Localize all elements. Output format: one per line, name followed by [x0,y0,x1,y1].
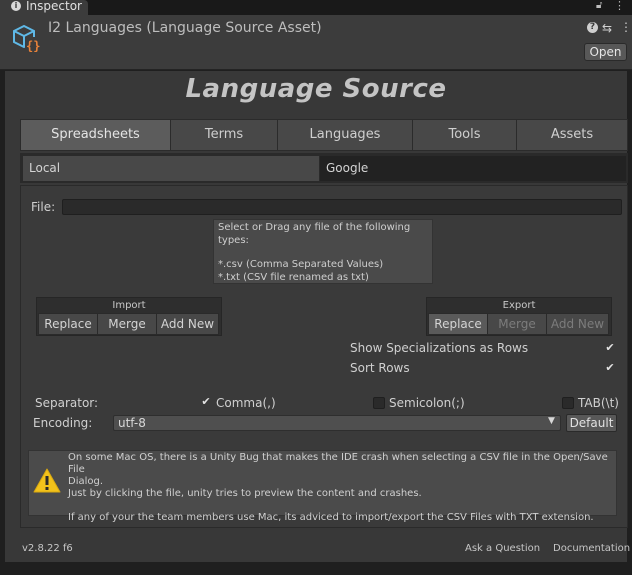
default-button[interactable]: Default [566,414,617,432]
tab-checkbox[interactable] [562,397,574,409]
tab-terms[interactable]: Terms [170,119,278,151]
export-replace-button[interactable]: Replace [428,313,488,335]
svg-text:{}: {} [26,39,40,53]
tab-assets[interactable]: Assets [516,119,628,151]
semicolon-checkbox[interactable] [373,397,385,409]
help-icon[interactable]: ? [587,22,598,33]
documentation-link[interactable]: Documentation [553,543,630,554]
info-icon: i [11,1,21,11]
encoding-select[interactable]: utf-8 [113,415,561,431]
show-specializations-checkbox[interactable]: ✔ [604,342,616,354]
file-drop-zone[interactable]: Select or Drag any file of the following… [213,219,433,284]
comma-label: Comma(,) [216,396,276,410]
inspector-tab-label: Inspector [26,0,82,13]
tab-languages[interactable]: Languages [277,119,413,151]
tab-spreadsheets[interactable]: Spreadsheets [20,119,171,151]
cube-script-icon: {} [13,24,40,53]
file-field[interactable] [62,199,622,215]
import-merge-button[interactable]: Merge [97,313,157,335]
export-merge-button: Merge [487,313,547,335]
open-button[interactable]: Open [584,43,627,61]
kebab-menu-icon[interactable]: ⋮ [614,0,625,12]
inspector-tab[interactable]: i Inspector [0,0,88,15]
show-specializations-label: Show Specializations as Rows [350,341,529,355]
asset-title: I2 Languages (Language Source Asset) [48,20,322,36]
file-label: File: [31,200,56,214]
dropdown-arrow-icon: ▼ [548,416,555,426]
page-title: Language Source [185,74,447,104]
sliders-icon[interactable]: ⇆ [602,21,612,35]
version-label: v2.8.22 f6 [22,543,73,554]
warning-triangle-icon [33,468,61,493]
subtab-google[interactable]: Google [320,156,626,181]
warning-message: On some Mac OS, there is a Unity Bug tha… [68,452,613,524]
warning-line: If any of your the team members use Mac,… [68,512,594,523]
encoding-label: Encoding: [33,416,93,430]
sort-rows-label: Sort Rows [350,361,410,375]
lock-icon[interactable]: 🔓︎ [596,0,602,11]
separator-label: Separator: [35,396,99,410]
warning-line: Dialog. [68,476,104,487]
drop-text-line: Select or Drag any file of the following… [218,222,411,246]
semicolon-label: Semicolon(;) [389,396,465,410]
warning-line: On some Mac OS, there is a Unity Bug tha… [68,452,608,475]
export-title: Export [502,300,536,311]
import-title: Import [112,300,146,311]
import-add-new-button[interactable]: Add New [156,313,219,335]
drop-text-line: *.txt (CSV file renamed as txt) [218,271,369,283]
sort-rows-checkbox[interactable]: ✔ [604,362,616,374]
ask-question-link[interactable]: Ask a Question [465,543,540,554]
kebab-menu-icon[interactable]: ⋮ [620,20,632,34]
tab-tools[interactable]: Tools [412,119,517,151]
tab-label: TAB(\t) [578,396,619,410]
export-add-new-button: Add New [546,313,609,335]
drop-text-line: *.csv (Comma Separated Values) [218,259,384,270]
comma-checkbox[interactable]: ✔ [200,396,212,408]
editor-tab-bar [0,0,632,15]
checkmark-icon: ✔ [605,361,615,374]
checkmark-icon: ✔ [201,395,211,408]
checkmark-icon: ✔ [605,341,615,354]
warning-line: Just by clicking the file, unity tries t… [68,488,422,499]
import-replace-button[interactable]: Replace [38,313,98,335]
subtab-local[interactable]: Local [23,156,319,181]
